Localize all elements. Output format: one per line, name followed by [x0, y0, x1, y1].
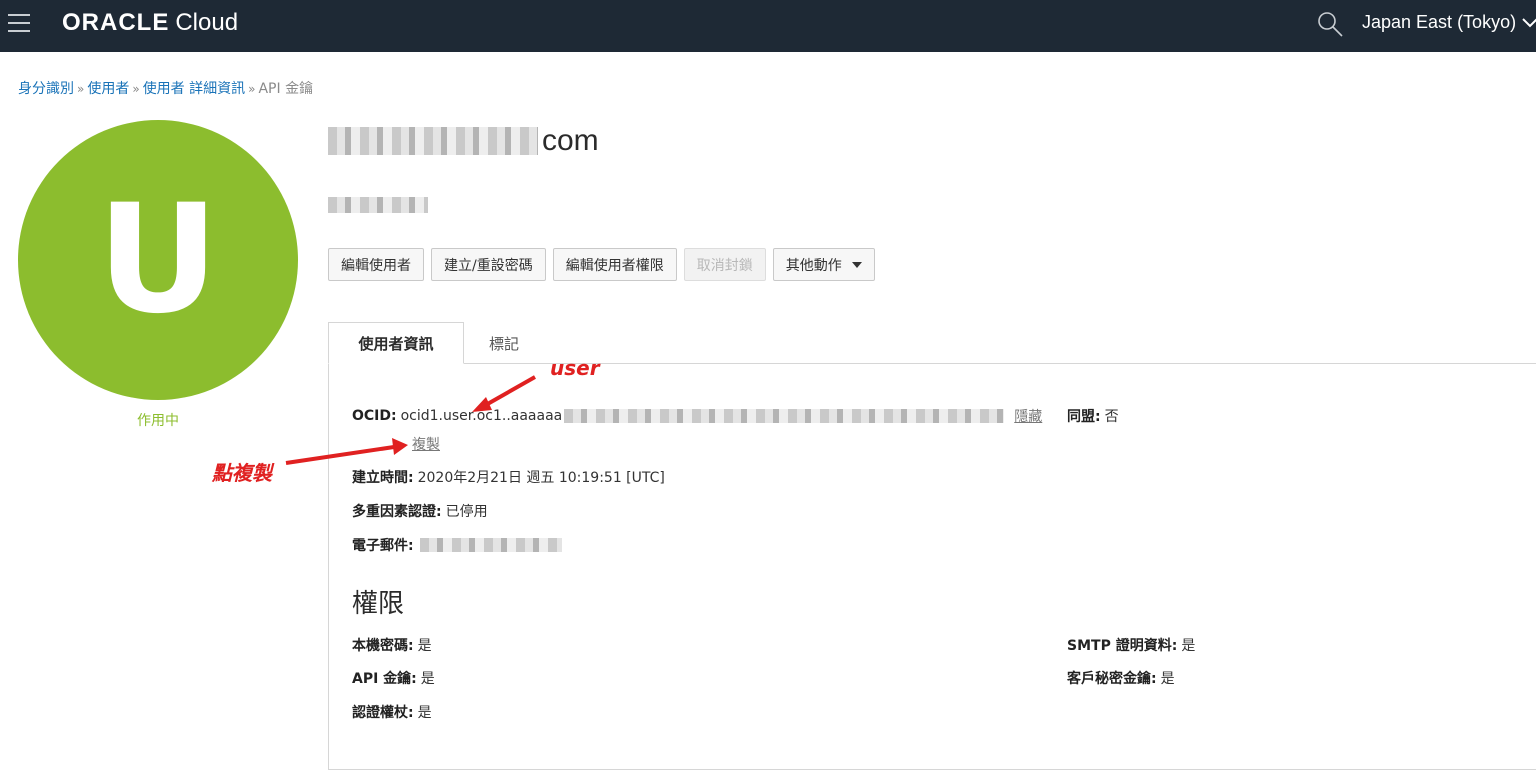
- smtp-label: SMTP 證明資料:: [1067, 638, 1178, 654]
- page-title-suffix: com: [542, 124, 599, 157]
- region-selector[interactable]: Japan East (Tokyo): [1362, 12, 1536, 33]
- reset-password-button[interactable]: 建立/重設密碼: [431, 248, 546, 281]
- redacted-ocid: [564, 409, 1005, 423]
- api-keys-label: API 金鑰:: [352, 671, 417, 687]
- created-row: 建立時間: 2020年2月21日 週五 10:19:51 [UTC]: [352, 467, 665, 487]
- email-label: 電子郵件:: [352, 538, 414, 554]
- mfa-value: 已停用: [445, 504, 488, 520]
- customer-secret-value: 是: [1160, 671, 1175, 687]
- federated-row: 同盟: 否: [1067, 406, 1119, 426]
- ocid-label: OCID:: [352, 408, 397, 424]
- avatar-letter: U: [97, 173, 219, 347]
- api-keys-row: API 金鑰: 是: [352, 668, 435, 688]
- mfa-label: 多重因素認證:: [352, 504, 442, 520]
- capabilities-heading: 權限: [352, 589, 405, 619]
- copy-row: 複製: [412, 434, 440, 454]
- breadcrumb-identity[interactable]: 身分識別: [18, 81, 74, 97]
- redacted-email: [419, 538, 562, 552]
- ocid-value: ocid1.user.oc1..aaaaaa: [400, 408, 563, 424]
- caret-down-icon: [851, 261, 862, 268]
- federated-label: 同盟:: [1067, 409, 1101, 425]
- menu-icon[interactable]: [8, 14, 30, 32]
- unblock-button: 取消封鎖: [683, 248, 766, 281]
- breadcrumb: 身分識別» 使用者» 使用者 詳細資訊» API 金鑰: [18, 78, 313, 98]
- status-badge: 作用中: [137, 413, 179, 429]
- redacted-username: [328, 127, 538, 155]
- search-icon[interactable]: [1316, 10, 1344, 38]
- created-label: 建立時間:: [352, 470, 414, 486]
- edit-user-button[interactable]: 編輯使用者: [328, 248, 424, 281]
- auth-tokens-row: 認證權杖: 是: [352, 702, 432, 722]
- oracle-cloud-logo[interactable]: ORACLE Cloud: [62, 9, 238, 39]
- logo-brand: ORACLE: [62, 9, 170, 36]
- action-toolbar: 編輯使用者 建立/重設密碼 編輯使用者權限 取消封鎖 其他動作: [328, 248, 875, 281]
- logo-product: Cloud: [175, 9, 239, 36]
- copy-ocid-link[interactable]: 複製: [412, 434, 440, 454]
- more-actions-dropdown[interactable]: 其他動作: [772, 248, 875, 281]
- chevron-down-icon: [1522, 17, 1536, 27]
- smtp-row: SMTP 證明資料: 是: [1067, 635, 1195, 655]
- hide-ocid-link[interactable]: 隱藏: [1014, 406, 1042, 426]
- region-name: Japan East (Tokyo): [1362, 12, 1517, 32]
- local-password-row: 本機密碼: 是: [352, 635, 432, 655]
- local-password-value: 是: [417, 638, 432, 654]
- annotation-user: user: [550, 356, 600, 380]
- top-navigation-bar: ORACLE Cloud Japan East (Tokyo): [0, 0, 1536, 52]
- annotation-click-copy: 點複製: [212, 461, 272, 485]
- customer-secret-row: 客戶秘密金鑰: 是: [1067, 668, 1175, 688]
- breadcrumb-separator: »: [77, 82, 85, 96]
- breadcrumb-separator: »: [248, 82, 256, 96]
- api-keys-value: 是: [420, 671, 435, 687]
- more-actions-label: 其他動作: [785, 257, 842, 274]
- auth-tokens-value: 是: [417, 705, 432, 721]
- ocid-row: OCID: ocid1.user.oc1..aaaaaa 隱藏: [352, 406, 1042, 426]
- breadcrumb-current: API 金鑰: [258, 81, 314, 97]
- created-value: 2020年2月21日 週五 10:19:51 [UTC]: [417, 470, 665, 486]
- mfa-row: 多重因素認證: 已停用: [352, 501, 488, 521]
- breadcrumb-separator: »: [132, 82, 140, 96]
- federated-value: 否: [1104, 409, 1119, 425]
- auth-tokens-label: 認證權杖:: [352, 705, 414, 721]
- customer-secret-label: 客戶秘密金鑰:: [1067, 671, 1157, 687]
- email-row: 電子郵件:: [352, 535, 562, 555]
- breadcrumb-user-details[interactable]: 使用者 詳細資訊: [143, 81, 245, 97]
- edit-capabilities-button[interactable]: 編輯使用者權限: [552, 248, 677, 281]
- tab-tags[interactable]: 標記: [472, 322, 536, 364]
- breadcrumb-users[interactable]: 使用者: [87, 81, 129, 97]
- avatar: U: [18, 120, 298, 400]
- smtp-value: 是: [1181, 638, 1196, 654]
- local-password-label: 本機密碼:: [352, 638, 414, 654]
- redacted-description: [328, 197, 428, 213]
- tab-user-info[interactable]: 使用者資訊: [328, 322, 464, 364]
- page-title: com: [328, 124, 599, 158]
